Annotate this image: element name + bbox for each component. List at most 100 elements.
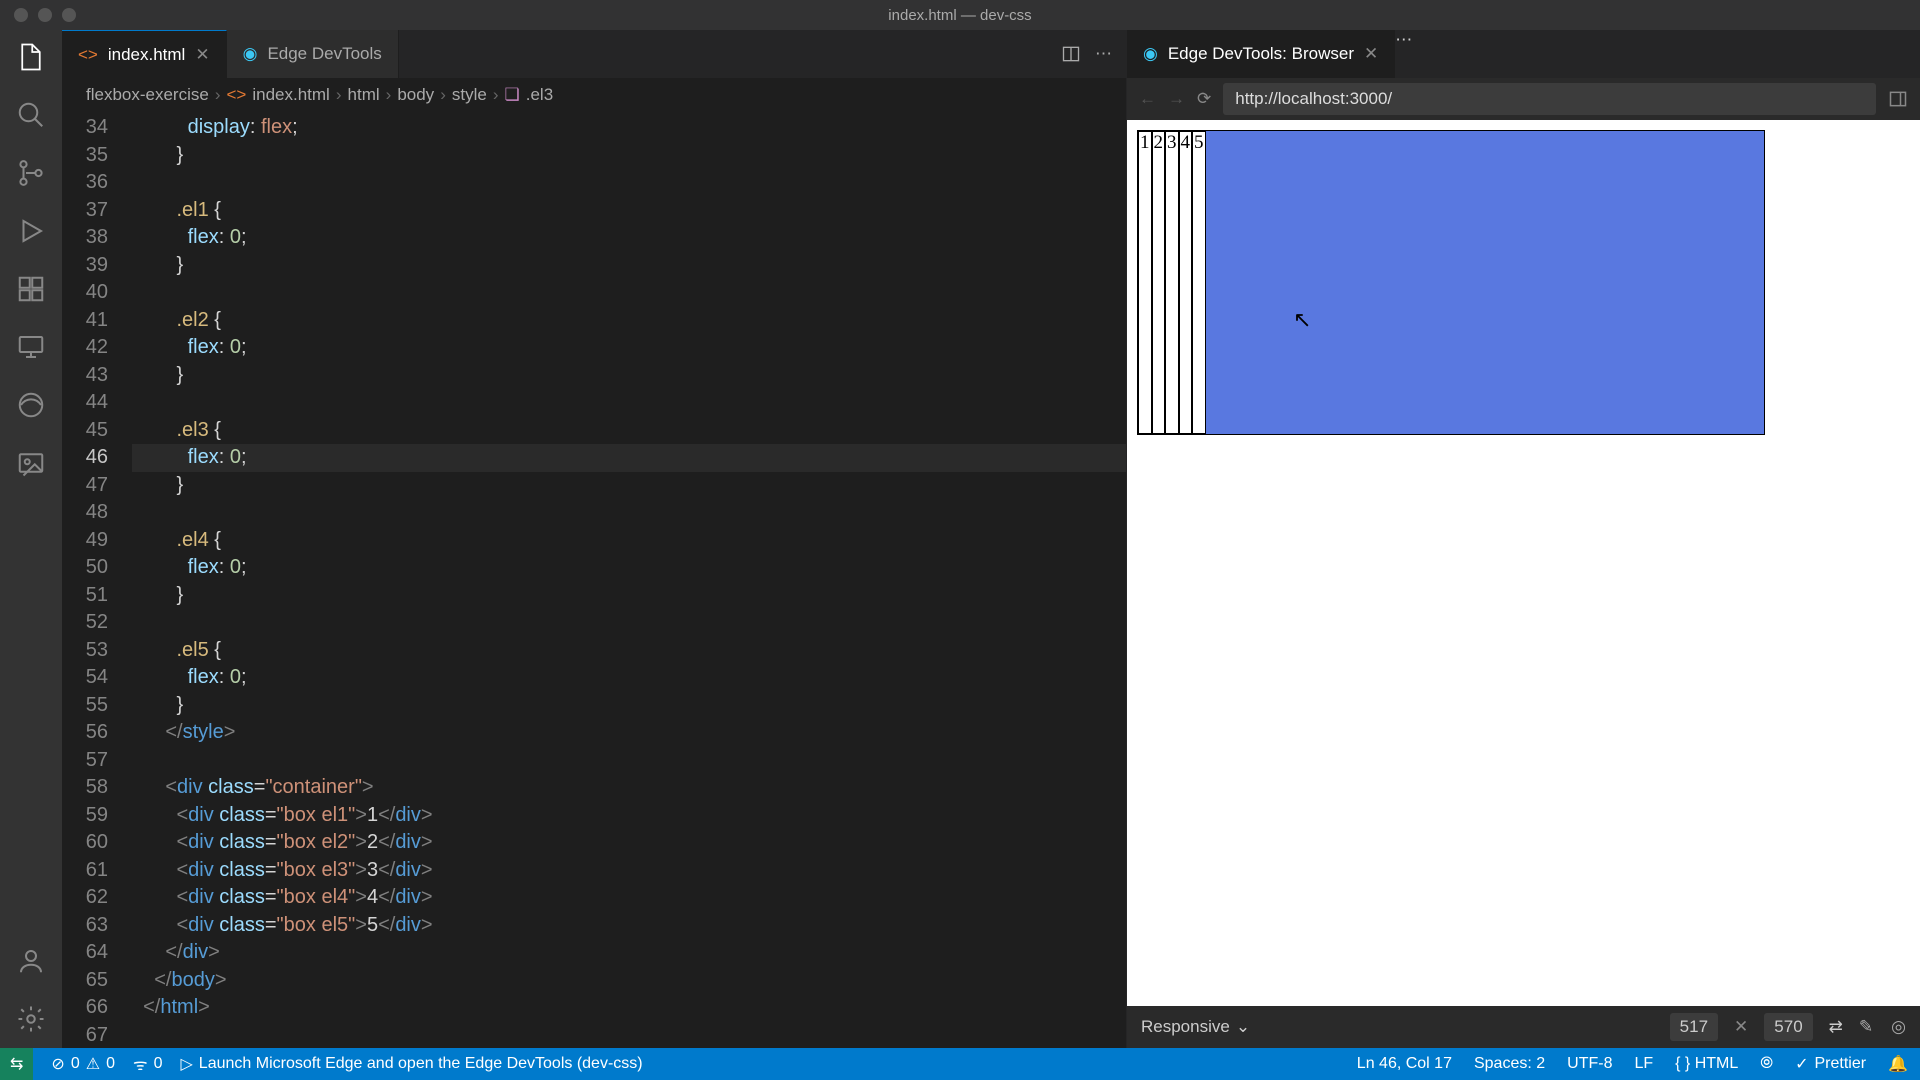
breadcrumb-file[interactable]: index.html <box>252 85 329 105</box>
run-debug-icon[interactable] <box>16 216 46 246</box>
edge-icon: ◉ <box>1143 44 1158 64</box>
minimize-window-icon[interactable] <box>38 8 52 22</box>
breadcrumb-leaf[interactable]: .el3 <box>526 85 553 105</box>
rendered-box: 4 <box>1179 131 1193 434</box>
error-icon: ⊘ <box>51 1054 64 1074</box>
back-icon: ← <box>1139 89 1156 109</box>
tab-edge-browser[interactable]: ◉ Edge DevTools: Browser ✕ <box>1127 30 1395 78</box>
rendered-box: 2 <box>1152 131 1166 434</box>
responsive-label: Responsive <box>1141 1017 1230 1037</box>
tab-index-html[interactable]: <> index.html ✕ <box>62 30 227 78</box>
prettier-label: Prettier <box>1815 1055 1867 1073</box>
times-icon: ✕ <box>1734 1017 1748 1037</box>
ports-status[interactable]: ᯤ0 <box>133 1053 163 1075</box>
reload-icon[interactable]: ⟳ <box>1197 89 1211 109</box>
title-bar: index.html — dev-css <box>0 0 1920 30</box>
edge-tools-icon[interactable] <box>16 390 46 420</box>
inspect-icon[interactable]: ◎ <box>1891 1017 1906 1037</box>
eyedropper-icon[interactable]: ✎ <box>1859 1017 1873 1037</box>
chevron-right-icon: › <box>440 85 446 105</box>
play-icon: ▷ <box>180 1054 192 1074</box>
breadcrumb-node[interactable]: body <box>397 85 434 105</box>
launch-label: Launch Microsoft Edge and open the Edge … <box>199 1055 643 1073</box>
viewport-height-input[interactable]: 570 <box>1764 1013 1812 1041</box>
tab-bar-right: ◉ Edge DevTools: Browser ✕ ⋯ <box>1127 30 1920 78</box>
check-icon: ✓ <box>1795 1054 1808 1074</box>
editor-group-right: ◉ Edge DevTools: Browser ✕ ⋯ ← → ⟳ http:… <box>1127 30 1920 1048</box>
more-actions-icon[interactable]: ⋯ <box>1395 30 1412 49</box>
search-icon[interactable] <box>16 100 46 130</box>
html-file-icon: <> <box>78 45 98 65</box>
close-icon[interactable]: ✕ <box>1364 44 1378 64</box>
viewport-width-input[interactable]: 517 <box>1670 1013 1718 1041</box>
mouse-cursor-icon: ↖ <box>1293 307 1311 333</box>
tab-label: Edge DevTools <box>267 44 381 64</box>
cursor-position[interactable]: Ln 46, Col 17 <box>1357 1055 1452 1073</box>
close-window-icon[interactable] <box>14 8 28 22</box>
eol-status[interactable]: LF <box>1634 1055 1653 1073</box>
status-bar: ⇆ ⊘0 ⚠0 ᯤ0 ▷ Launch Microsoft Edge and o… <box>0 1048 1920 1080</box>
image-icon[interactable] <box>16 448 46 478</box>
explorer-icon[interactable] <box>16 42 46 72</box>
breadcrumb-node[interactable]: style <box>452 85 487 105</box>
error-count: 0 <box>71 1055 80 1073</box>
browser-viewport[interactable]: 1 2 3 4 5 ↖ <box>1127 120 1920 1006</box>
account-icon[interactable] <box>16 946 46 976</box>
rotate-icon[interactable]: ⇄ <box>1829 1017 1843 1037</box>
tab-label: index.html <box>108 45 185 65</box>
more-actions-icon[interactable]: ⋯ <box>1095 44 1112 64</box>
rendered-box: 5 <box>1192 131 1206 434</box>
problems-status[interactable]: ⊘ 0 ⚠ 0 <box>51 1054 115 1074</box>
responsive-mode-select[interactable]: Responsive ⌄ <box>1141 1017 1250 1037</box>
language-label: HTML <box>1695 1055 1739 1072</box>
rendered-box: 1 <box>1138 131 1152 434</box>
chevron-right-icon: › <box>215 85 221 105</box>
chevron-right-icon: › <box>336 85 342 105</box>
zoom-window-icon[interactable] <box>62 8 76 22</box>
antenna-icon: ᯤ <box>133 1053 148 1075</box>
url-input[interactable]: http://localhost:3000/ <box>1223 83 1876 115</box>
activity-bar <box>0 30 62 1048</box>
language-mode[interactable]: { } HTML <box>1675 1055 1738 1073</box>
settings-gear-icon[interactable] <box>16 1004 46 1034</box>
dock-icon[interactable] <box>1888 89 1908 109</box>
breadcrumb[interactable]: flexbox-exercise › <> index.html › html … <box>62 78 1126 112</box>
chevron-down-icon: ⌄ <box>1236 1017 1250 1037</box>
line-number-gutter: 3435363738394041424344454647484950515253… <box>62 112 132 1048</box>
encoding-status[interactable]: UTF-8 <box>1567 1055 1612 1073</box>
tab-label: Edge DevTools: Browser <box>1168 44 1354 64</box>
edge-icon: ◉ <box>243 44 258 64</box>
extensions-icon[interactable] <box>16 274 46 304</box>
close-icon[interactable]: ✕ <box>195 45 209 65</box>
launch-edge-button[interactable]: ▷ Launch Microsoft Edge and open the Edg… <box>180 1054 642 1074</box>
split-editor-icon[interactable] <box>1061 44 1081 64</box>
ports-count: 0 <box>154 1055 163 1073</box>
rendered-container: 1 2 3 4 5 <box>1137 130 1765 435</box>
tab-edge-devtools[interactable]: ◉ Edge DevTools <box>227 30 399 78</box>
editor-group-left: <> index.html ✕ ◉ Edge DevTools ⋯ flexbo… <box>62 30 1127 1048</box>
traffic-lights[interactable] <box>14 8 76 22</box>
live-preview-icon[interactable]: ⦾ <box>1760 1055 1773 1073</box>
remote-indicator[interactable]: ⇆ <box>0 1048 33 1080</box>
rendered-box: 3 <box>1165 131 1179 434</box>
warning-count: 0 <box>106 1055 115 1073</box>
window-title: index.html — dev-css <box>888 7 1031 24</box>
warning-icon: ⚠ <box>86 1054 100 1074</box>
forward-icon: → <box>1168 89 1185 109</box>
source-control-icon[interactable] <box>16 158 46 188</box>
notifications-icon[interactable]: 🔔 <box>1888 1054 1908 1074</box>
devtools-device-bar: Responsive ⌄ 517 ✕ 570 ⇄ ✎ ◎ <box>1127 1006 1920 1048</box>
breadcrumb-project[interactable]: flexbox-exercise <box>86 85 209 105</box>
code-content[interactable]: display: flex; } .el1 { flex: 0; } .el2 … <box>132 112 1126 1048</box>
tab-bar-left: <> index.html ✕ ◉ Edge DevTools ⋯ <box>62 30 1126 78</box>
remote-explorer-icon[interactable] <box>16 332 46 362</box>
chevron-right-icon: › <box>386 85 392 105</box>
prettier-status[interactable]: ✓ Prettier <box>1795 1054 1866 1074</box>
remote-icon: ⇆ <box>10 1054 23 1074</box>
indentation-status[interactable]: Spaces: 2 <box>1474 1055 1545 1073</box>
breadcrumb-node[interactable]: html <box>348 85 380 105</box>
browser-nav-bar: ← → ⟳ http://localhost:3000/ <box>1127 78 1920 120</box>
breadcrumb-selector-icon: ❏ <box>505 85 520 105</box>
code-editor[interactable]: 3435363738394041424344454647484950515253… <box>62 112 1126 1048</box>
html-file-icon: <> <box>227 85 247 105</box>
